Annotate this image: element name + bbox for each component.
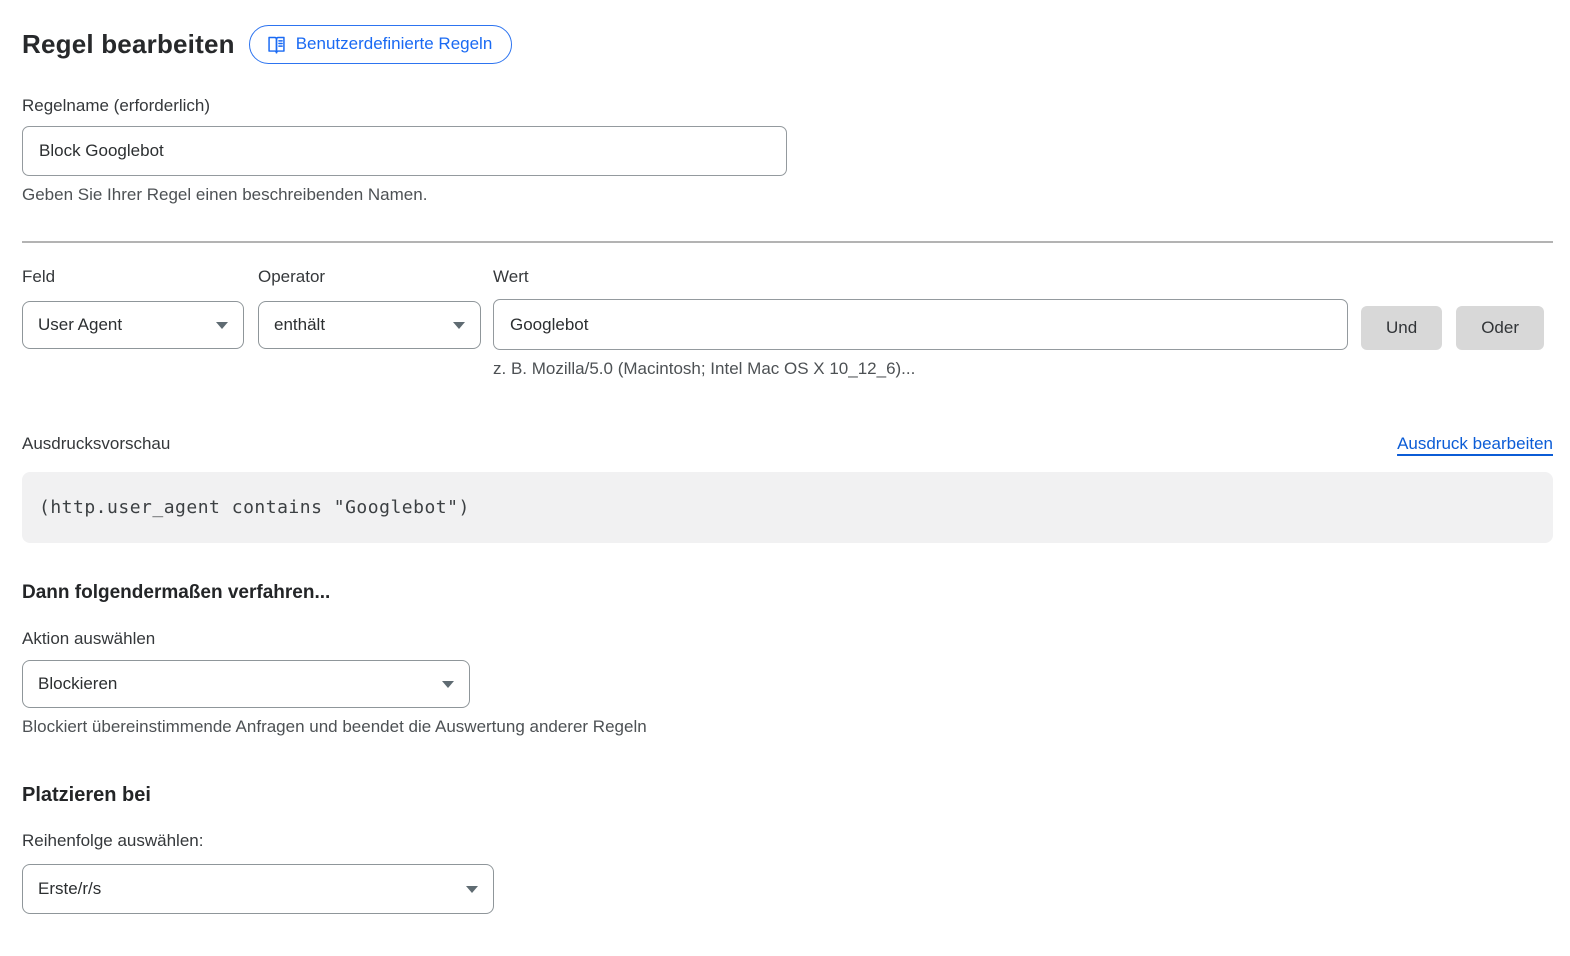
operator-label: Operator xyxy=(258,267,481,287)
title-row: Regel bearbeiten Benutzerdefinierte Rege… xyxy=(22,22,1553,66)
action-section-heading: Dann folgendermaßen verfahren... xyxy=(22,582,1553,604)
field-select-value: User Agent xyxy=(38,315,122,335)
rule-name-input[interactable] xyxy=(22,126,787,176)
value-column: Wert z. B. Mozilla/5.0 (Macintosh; Intel… xyxy=(493,267,1348,379)
expression-preview-box: (http.user_agent contains "Googlebot") xyxy=(22,472,1553,543)
placement-section-heading: Platzieren bei xyxy=(22,784,1553,807)
operator-select-value: enthält xyxy=(274,315,325,335)
action-select[interactable]: Blockieren xyxy=(22,660,470,708)
rule-editor-page: Regel bearbeiten Benutzerdefinierte Rege… xyxy=(0,0,1570,914)
chevron-down-icon xyxy=(466,886,478,893)
connector-buttons: Und Oder xyxy=(1361,306,1544,350)
operator-select[interactable]: enthält xyxy=(258,301,481,349)
and-button[interactable]: Und xyxy=(1361,306,1442,350)
expression-code: (http.user_agent contains "Googlebot") xyxy=(39,497,470,518)
value-input[interactable] xyxy=(493,299,1348,350)
edit-expression-link[interactable]: Ausdruck bearbeiten xyxy=(1397,434,1553,454)
rule-name-group: Regelname (erforderlich) Geben Sie Ihrer… xyxy=(22,96,1553,205)
custom-rules-docs-button[interactable]: Benutzerdefinierte Regeln xyxy=(249,25,513,64)
operator-column: Operator enthält xyxy=(258,267,481,349)
open-book-icon xyxy=(266,34,287,55)
chevron-down-icon xyxy=(453,322,465,329)
action-help: Blockiert übereinstimmende Anfragen und … xyxy=(22,717,1553,737)
chevron-down-icon xyxy=(442,681,454,688)
field-select[interactable]: User Agent xyxy=(22,301,244,349)
field-label: Feld xyxy=(22,267,244,287)
order-select[interactable]: Erste/r/s xyxy=(22,864,494,914)
action-select-label: Aktion auswählen xyxy=(22,629,1553,649)
value-label: Wert xyxy=(493,267,1348,287)
page-title: Regel bearbeiten xyxy=(22,29,235,60)
field-column: Feld User Agent xyxy=(22,267,244,349)
rule-name-help: Geben Sie Ihrer Regel einen beschreibend… xyxy=(22,185,1553,205)
order-select-label: Reihenfolge auswählen: xyxy=(22,831,1553,851)
rule-name-label: Regelname (erforderlich) xyxy=(22,96,1553,116)
chevron-down-icon xyxy=(216,322,228,329)
docs-badge-label: Benutzerdefinierte Regeln xyxy=(296,34,493,54)
or-button[interactable]: Oder xyxy=(1456,306,1544,350)
value-example-help: z. B. Mozilla/5.0 (Macintosh; Intel Mac … xyxy=(493,359,1348,379)
expression-builder-row: Feld User Agent Operator enthält Wert z.… xyxy=(22,267,1553,379)
expression-preview-header: Ausdrucksvorschau Ausdruck bearbeiten xyxy=(22,434,1553,454)
expression-preview-label: Ausdrucksvorschau xyxy=(22,434,170,454)
section-divider xyxy=(22,241,1553,243)
action-select-value: Blockieren xyxy=(38,674,117,694)
order-select-value: Erste/r/s xyxy=(38,879,101,899)
